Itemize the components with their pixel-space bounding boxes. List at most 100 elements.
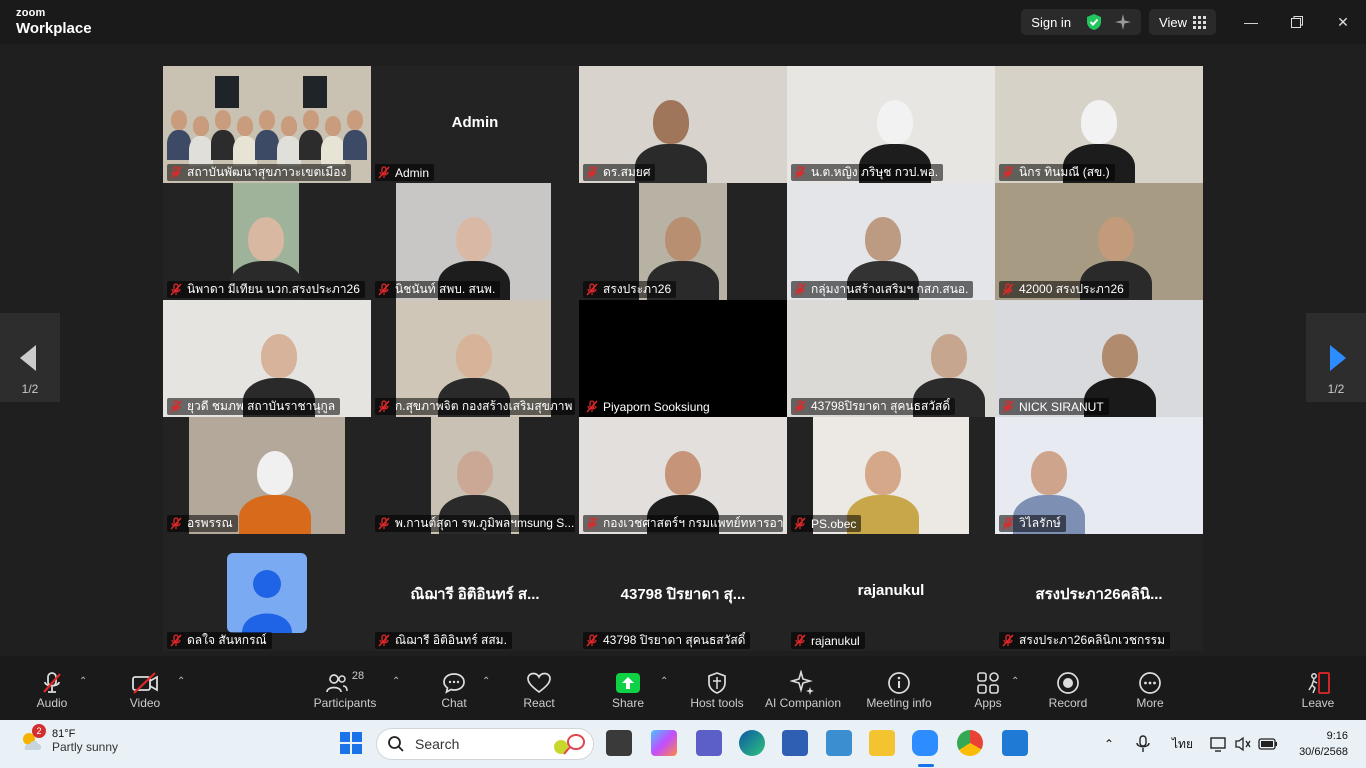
participant-tile[interactable]: Piyaporn Sooksiung (579, 300, 787, 417)
participants-options-caret-icon[interactable]: ⌃ (392, 676, 400, 687)
taskbar-search-box[interactable]: Search (376, 728, 594, 760)
record-button[interactable]: Record (1046, 656, 1090, 720)
participant-tile[interactable]: NICK SIRANUT (995, 300, 1203, 417)
battery-icon[interactable] (1258, 720, 1278, 768)
task-view-icon[interactable] (606, 730, 632, 756)
more-button[interactable]: More (1134, 656, 1166, 720)
apps-options-caret-icon[interactable]: ⌃ (1011, 676, 1019, 687)
host-tools-button[interactable]: Host tools (686, 656, 748, 720)
participant-name: Piyaporn Sooksiung (603, 399, 710, 414)
file-explorer-icon[interactable] (869, 730, 895, 756)
participant-name-label: ณิฌารี อิติอินทร์ สสม. (375, 632, 512, 649)
participant-name-label: 42000 สรงประภา26 (999, 281, 1129, 298)
language-indicator[interactable]: ไทย (1172, 720, 1193, 768)
participant-tile[interactable]: 42000 สรงประภา26 (995, 183, 1203, 300)
camera-off-icon (132, 672, 158, 694)
participant-name-label: rajanukul (791, 632, 865, 649)
page-indicator-right: 1/2 (1327, 382, 1345, 396)
record-icon (1057, 672, 1079, 694)
participant-tile[interactable]: ดร.สมยศ (579, 66, 787, 183)
view-button[interactable]: View (1149, 9, 1216, 35)
participant-tile[interactable]: 43798ปิรยาดา สุคนธสวัสดิ์ (787, 300, 995, 417)
meeting-info-button[interactable]: Meeting info (836, 656, 962, 720)
participant-tile[interactable]: PS.obec (787, 417, 995, 534)
participant-tile[interactable]: กองเวชศาสตร์ฯ กรมแพทย์ทหารอา... (579, 417, 787, 534)
chat-button[interactable]: Chat (436, 656, 472, 720)
next-page-button[interactable]: 1/2 (1306, 313, 1366, 402)
participant-tile[interactable]: สรงประภา26คลินิ... สรงประภา26คลินิกเวชกรร… (995, 534, 1203, 651)
restore-icon[interactable] (1274, 0, 1320, 44)
participant-tile[interactable]: ก.สุขภาพจิต กองสร้างเสริมสุขภาพ (371, 300, 579, 417)
network-icon[interactable] (1210, 720, 1228, 768)
meeting-info-label: Meeting info (866, 696, 932, 710)
apps-button[interactable]: Apps (972, 656, 1004, 720)
participant-tile[interactable]: สรงประภา26 (579, 183, 787, 300)
microphone-tray-icon[interactable] (1136, 720, 1150, 768)
participant-name-label: ก.สุขภาพจิต กองสร้างเสริมสุขภาพ (375, 398, 575, 415)
share-button[interactable]: Share (608, 656, 648, 720)
windows-start-icon[interactable] (338, 730, 364, 756)
info-icon (888, 672, 910, 694)
teams-icon[interactable] (696, 730, 722, 756)
video-options-caret-icon[interactable]: ⌃ (177, 676, 185, 687)
react-button[interactable]: React (518, 656, 560, 720)
audio-options-caret-icon[interactable]: ⌃ (79, 676, 87, 687)
notepad-icon[interactable] (782, 730, 808, 756)
participant-tile[interactable]: อรพรรณ (163, 417, 371, 534)
react-label: React (523, 696, 555, 710)
participant-tile[interactable]: น.ต.หญิง ภริษุช กวป.พอ. (787, 66, 995, 183)
apps-label: Apps (974, 696, 1002, 710)
participant-tile[interactable]: Admin Admin (371, 66, 579, 183)
chrome-icon[interactable] (957, 730, 983, 756)
volume-muted-icon[interactable] (1234, 720, 1252, 768)
chat-options-caret-icon[interactable]: ⌃ (482, 676, 490, 687)
mic-muted-icon (1002, 166, 1014, 179)
close-icon[interactable]: ✕ (1320, 0, 1366, 44)
audio-button[interactable]: Audio (28, 656, 76, 720)
participant-tile[interactable]: 43798 ปิรยาดา สุ... 43798 ปิรยาดา สุคนธสว… (579, 534, 787, 651)
minimize-icon[interactable]: — (1228, 0, 1274, 44)
prev-page-button[interactable]: 1/2 (0, 313, 60, 402)
participant-tile[interactable]: ณิฌารี อิติอินทร์ ส... ณิฌารี อิติอินทร์ … (371, 534, 579, 651)
remote-desktop-icon[interactable] (826, 730, 852, 756)
participant-name-label: นิกร ทินมณี (สข.) (999, 164, 1115, 181)
leave-icon (1308, 672, 1330, 694)
system-clock[interactable]: 9:16 30/6/2568 (1299, 728, 1348, 760)
copilot-icon[interactable] (651, 730, 677, 756)
participant-tile[interactable]: สถาบันพัฒนาสุขภาวะเขตเมือง (163, 66, 371, 183)
participant-tile[interactable]: ยุวดี ชมภพ สถาบันราชานุกูล (163, 300, 371, 417)
heart-icon (527, 672, 551, 694)
edge-icon[interactable] (739, 730, 765, 756)
participant-tile[interactable]: นิกร ทินมณี (สข.) (995, 66, 1203, 183)
leave-button[interactable]: Leave (1300, 656, 1336, 720)
participant-tile[interactable]: นิชนันท์ สพบ. สนพ. (371, 183, 579, 300)
sign-in-button[interactable]: Sign in (1031, 15, 1071, 30)
participant-name-label: นิชนันท์ สพบ. สนพ. (375, 281, 501, 298)
video-button[interactable]: Video (125, 656, 165, 720)
participants-button[interactable]: 28 Participants (310, 656, 380, 720)
shield-check-icon[interactable] (1085, 13, 1103, 31)
mic-muted-icon (378, 400, 390, 413)
share-options-caret-icon[interactable]: ⌃ (660, 676, 668, 687)
grid-icon (1193, 15, 1206, 29)
ai-companion-label: AI Companion (764, 696, 842, 710)
chat-label: Chat (441, 696, 467, 710)
ai-companion-button[interactable]: AI Companion (762, 656, 844, 720)
participant-tile[interactable]: ดลใจ สันหกรณ์ (163, 534, 371, 651)
mic-muted-icon (1002, 400, 1014, 413)
weather-widget[interactable]: 2 81°F Partly sunny (18, 724, 118, 754)
sparkle-icon[interactable] (1115, 14, 1132, 30)
participant-tile[interactable]: กลุ่มงานสร้างเสริมฯ กสภ.สนอ. (787, 183, 995, 300)
participant-tile[interactable]: rajanukul rajanukul (787, 534, 995, 651)
participant-tile[interactable]: นิพาดา มีเทียน นวก.สรงประภา26 (163, 183, 371, 300)
mic-muted-icon (170, 400, 182, 413)
participant-name-label: ดลใจ สันหกรณ์ (167, 632, 272, 649)
participant-tile[interactable]: พ.กานต์สุดา รพ.ภูมิพลฯmsung S... (371, 417, 579, 534)
photos-icon[interactable] (1002, 730, 1028, 756)
tray-overflow-icon[interactable]: ⌃ (1104, 720, 1114, 768)
participant-tile[interactable]: วิไลรักษ์ (995, 417, 1203, 534)
participant-name: น.ต.หญิง ภริษุช กวป.พอ. (811, 165, 939, 179)
more-label: More (1136, 696, 1164, 710)
zoom-app-icon[interactable] (912, 730, 938, 756)
mic-muted-icon (794, 166, 806, 179)
